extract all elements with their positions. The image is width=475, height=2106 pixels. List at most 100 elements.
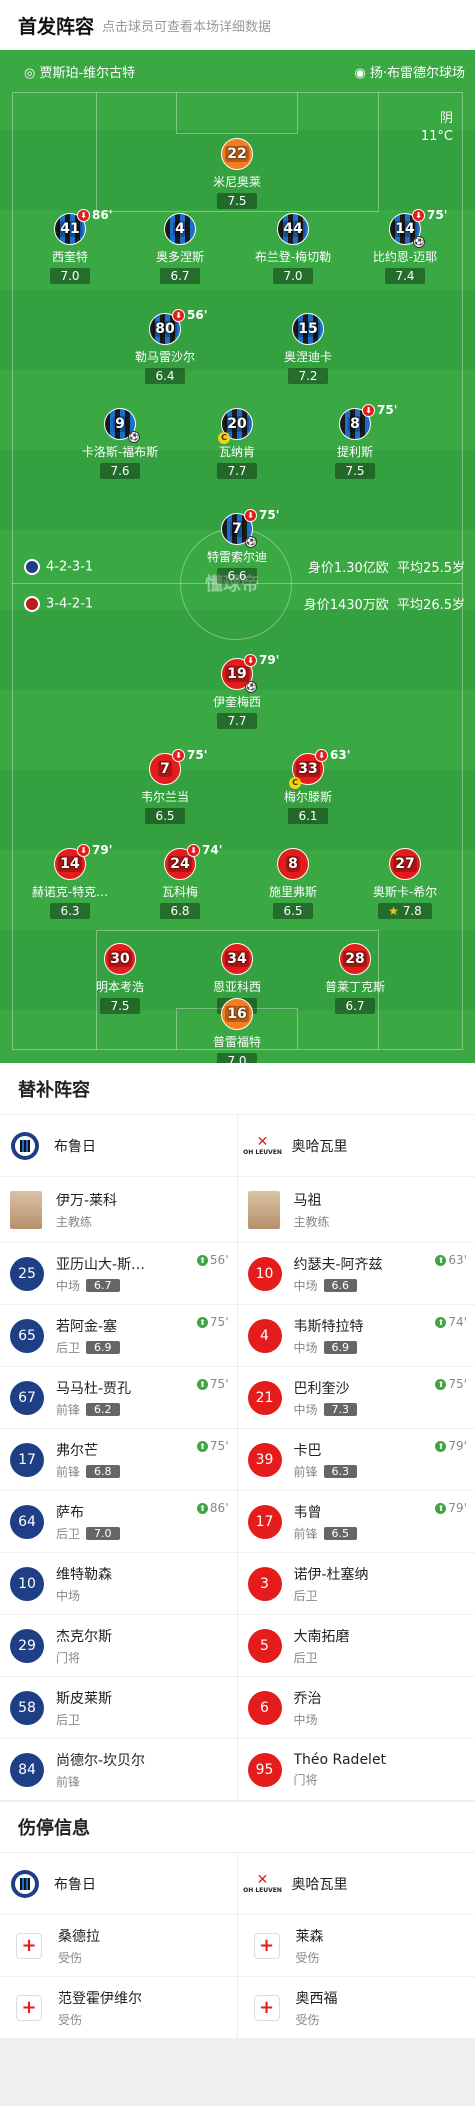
sub-player-rating: 6.6: [323, 1278, 358, 1292]
stadium: ◎ 贾斯珀-维尔古特: [24, 66, 136, 81]
sub-player-rating: 6.7: [86, 1278, 120, 1292]
away-player[interactable]: 19 ⬇ 79' ⚽ 伊奎梅西 7.7: [177, 653, 297, 729]
sub-player-row[interactable]: 95 Théo Radelet 门将: [237, 1739, 475, 1801]
sub-player-row[interactable]: 39 卡巴 前锋 6.3 ⬆ 79': [237, 1429, 475, 1491]
player-number-badge: 58: [10, 1690, 44, 1725]
home-player[interactable]: 41 ⬇ 86' 西奎特 7.0: [10, 208, 130, 284]
sub-player-row[interactable]: 5 大南拓磨 后卫: [237, 1615, 475, 1677]
away-player[interactable]: 30 明本考浩 7.5: [60, 943, 180, 1014]
away-player[interactable]: 7 ⬇ 75' 韦尔兰当 6.5: [105, 748, 225, 824]
home-player[interactable]: 7 ⬇ 75' ⚽ 特雷索尔迪 6.6: [177, 508, 297, 584]
home-player[interactable]: 20 C 瓦纳肯 7.7: [177, 408, 297, 479]
sub-player-position: 中场: [56, 1278, 81, 1293]
player-name: 韦尔兰当: [140, 790, 189, 804]
sub-player-row[interactable]: 10 维特勒森 中场: [0, 1553, 237, 1615]
away-player[interactable]: 24 ⬇ 74' 瓦科梅 6.8: [120, 843, 240, 919]
player-number-badge: 10: [10, 1566, 44, 1601]
player-rating: 6.6: [217, 568, 257, 584]
sub-player-row[interactable]: 10 约瑟夫-阿齐兹 中场 6.6 ⬆ 63': [237, 1243, 475, 1305]
sub-player-row[interactable]: 25 亚历山大-斯… 中场 6.7 ⬆ 56': [0, 1243, 237, 1305]
sub-on-marker: ⬆ 63': [435, 1253, 467, 1267]
sub-player-name: 亚历山大-斯…: [56, 1256, 146, 1273]
home-player[interactable]: 14 ⬇ 75' ⚽ 比约恩-迈耶 7.4: [345, 208, 465, 284]
sub-on-icon: ⬆: [196, 1440, 208, 1452]
sub-player-row[interactable]: 29 杰克尔斯 门将: [0, 1615, 237, 1677]
injured-player-row[interactable]: + 范登霍伊维尔 受伤: [0, 1977, 237, 2039]
sub-player-row[interactable]: 3 诺伊-杜塞纳 后卫: [237, 1553, 475, 1615]
sub-player-row[interactable]: 67 马马杜-贾孔 前锋 6.2 ⬆ 75': [0, 1367, 237, 1429]
injured-player-row[interactable]: + 奥西福 受伤: [237, 1977, 475, 2039]
home-player[interactable]: 80 ⬇ 56' 勒马雷沙尔 6.4: [105, 308, 225, 384]
sub-minute: 79': [259, 653, 280, 667]
away-player[interactable]: 27 奥斯卡-希尔 ★ 7.8: [345, 848, 465, 919]
player-number: 8: [286, 856, 300, 872]
sub-player-row[interactable]: 17 弗尔芒 前锋 6.8 ⬆ 75': [0, 1429, 237, 1491]
away-player[interactable]: 28 普莱丁克斯 6.7: [295, 943, 415, 1014]
sub-player-row[interactable]: 64 萨布 后卫 7.0 ⬆ 86': [0, 1491, 237, 1553]
sub-on-icon: ⬆: [435, 1502, 447, 1514]
home-team-row: 布鲁日: [0, 1853, 237, 1915]
away-player[interactable]: 16 普雷福特 7.0: [177, 998, 297, 1063]
home-player[interactable]: 8 ⬇ 75' 提利斯 7.5: [295, 403, 415, 479]
away-coach-row[interactable]: 马祖 主教练: [237, 1177, 475, 1243]
player-number: 22: [225, 146, 249, 162]
sub-off-marker: ⬇ 86': [77, 208, 112, 222]
player-jersey-icon: 28: [339, 943, 371, 975]
coach-avatar: [10, 1190, 42, 1229]
home-formation: 4-2-3-1: [46, 559, 94, 574]
sub-player-position: 中场: [293, 1712, 318, 1727]
sub-player-row[interactable]: 17 韦曾 前锋 6.5 ⬆ 79': [237, 1491, 475, 1553]
player-jersey-icon: 15: [292, 313, 324, 345]
sub-player-row[interactable]: 21 巴利奎沙 中场 7.3 ⬆ 75': [237, 1367, 475, 1429]
player-number-badge: 67: [10, 1380, 44, 1415]
player-name: 普雷福特: [212, 1035, 261, 1049]
home-player[interactable]: 44 布兰登-梅切勒 7.0: [233, 213, 353, 284]
sub-player-position: 中场: [56, 1588, 81, 1603]
weather-text: 阴: [439, 111, 453, 126]
sub-player-row[interactable]: 84 尚德尔-坎贝尔 前锋: [0, 1739, 237, 1801]
player-number: 14: [393, 221, 417, 237]
player-jersey-icon: 4: [164, 213, 196, 245]
sub-off-marker: ⬇ 74': [187, 843, 222, 857]
player-rating: 6.5: [273, 903, 313, 919]
player-jersey-icon: 34: [221, 943, 253, 975]
player-name: 卡洛斯-福布斯: [81, 445, 159, 459]
sub-player-position: 中场: [293, 1402, 318, 1417]
home-coach-row[interactable]: 伊万-莱科 主教练: [0, 1177, 237, 1243]
player-number: 7: [230, 521, 244, 537]
sub-player-row[interactable]: 4 韦斯特拉特 中场 6.9 ⬆ 74': [237, 1305, 475, 1367]
player-name: 普莱丁克斯: [324, 980, 385, 994]
injuries-section: 伤停信息 布鲁日 + 桑德拉 受伤 + 范登霍伊维尔 受伤 ✕ OH LEUVEN 奥哈瓦…: [0, 1801, 475, 2039]
player-number-badge: 6: [247, 1690, 282, 1725]
away-player[interactable]: 8 施里弗斯 6.5: [233, 848, 353, 919]
sub-on-icon: ⬆: [435, 1316, 447, 1328]
player-number-badge: 17: [247, 1504, 282, 1539]
home-player[interactable]: 15 奥涅迪卡 7.2: [248, 313, 368, 384]
away-player[interactable]: 33 ⬇ 63' C 梅尔滕斯 6.1: [248, 748, 368, 824]
sub-player-row[interactable]: 65 若阿金-塞 后卫 6.9 ⬆ 75': [0, 1305, 237, 1367]
sub-minute: 75': [209, 1439, 229, 1453]
medical-kit-icon: +: [253, 1994, 280, 2021]
player-name: 米尼奥莱: [212, 175, 261, 189]
home-player[interactable]: 22 米尼奥莱 7.5: [177, 138, 297, 209]
weather-temp: 11°C: [420, 129, 453, 144]
substitutes-section: 替补阵容 布鲁日 伊万-莱科 主教练 25 亚历山大-斯… 中场 6.7 ⬆ 56' 65 若阿…: [0, 1063, 475, 1801]
home-coach-name: 伊万-莱科: [56, 1192, 118, 1209]
player-name: 比约恩-迈耶: [372, 250, 438, 264]
player-number-badge: 65: [10, 1318, 44, 1353]
sub-player-rating: 6.9: [86, 1340, 120, 1354]
sub-off-icon: ⬇: [362, 403, 375, 417]
injured-player-row[interactable]: + 桑德拉 受伤: [0, 1915, 237, 1977]
player-jersey-icon: 8: [277, 848, 309, 880]
oh-leuven-logo-icon: ✕ OH LEUVEN: [243, 1134, 282, 1156]
injured-player-row[interactable]: + 莱森 受伤: [237, 1915, 475, 1977]
player-number-badge: 21: [247, 1380, 282, 1415]
sub-player-position: 前锋: [56, 1464, 81, 1479]
sub-player-rating: 7.3: [323, 1402, 358, 1416]
home-player[interactable]: 4 奥多涅斯 6.7: [120, 213, 240, 284]
sub-player-row[interactable]: 58 斯皮莱斯 后卫: [0, 1677, 237, 1739]
away-player[interactable]: 14 ⬇ 79' 赫诺克-特克… 6.3: [10, 843, 130, 919]
home-player[interactable]: 9 ⚽ 卡洛斯-福布斯 7.6: [60, 408, 180, 479]
sub-player-row[interactable]: 6 乔治 中场: [237, 1677, 475, 1739]
sub-player-name: 马马杜-贾孔: [56, 1380, 132, 1397]
